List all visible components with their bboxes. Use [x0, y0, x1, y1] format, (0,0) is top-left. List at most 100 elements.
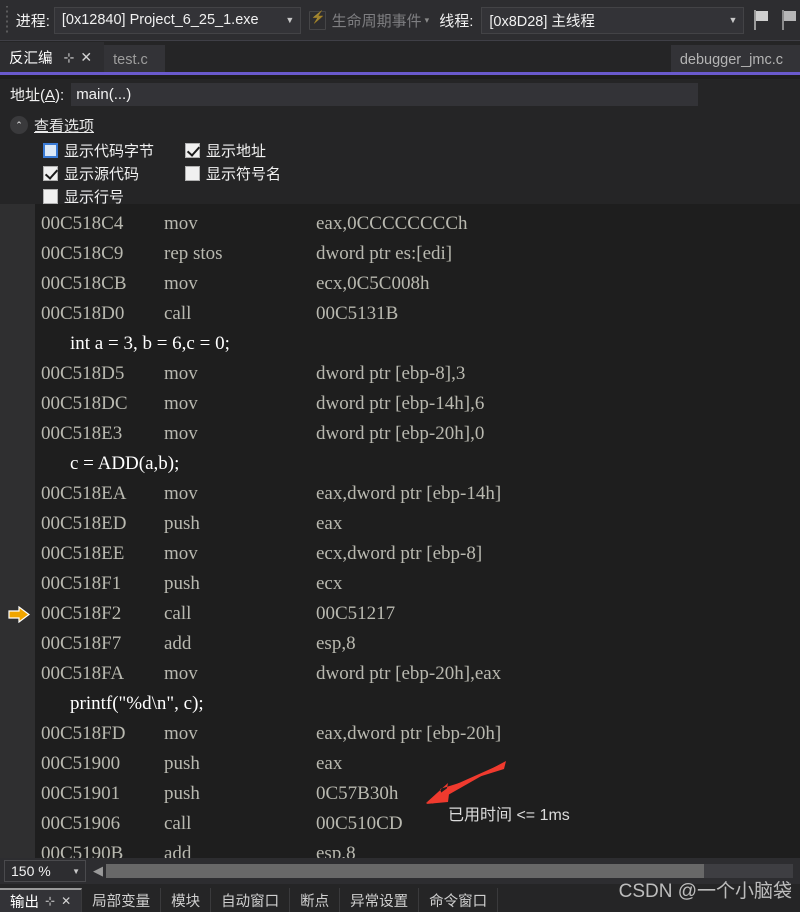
bottom-tab-7[interactable]: 命令窗口: [419, 888, 499, 912]
disassembly-line[interactable]: 00C51901 push 0C57B30h: [0, 779, 800, 809]
disassembly-line[interactable]: 00C518C4 mov eax,0CCCCCCCCh: [0, 209, 800, 239]
instruction-address: 00C51906: [41, 813, 121, 834]
bottom-tab-label: 输出: [10, 894, 39, 911]
current-instruction-line[interactable]: 00C518F2 call 00C51217: [0, 599, 800, 629]
instruction-operands: ecx,0C5C008h: [316, 273, 430, 294]
bottom-tab-3[interactable]: 模块: [161, 888, 212, 912]
thread-combo[interactable]: [0x8D28] 主线程 ▼: [481, 6, 744, 34]
debug-toolbar: 进程: [0x12840] Project_6_25_1.exe ▼ 生命周期事…: [0, 0, 800, 41]
bottom-tab-4[interactable]: 自动窗口: [211, 888, 291, 912]
address-label-accel: A: [45, 86, 56, 104]
instruction-mnemonic: mov: [164, 543, 198, 564]
instruction-operands: esp,8: [316, 633, 356, 654]
instruction-address: 00C518DC: [41, 393, 128, 414]
instruction-operands: esp,8: [316, 843, 356, 858]
instruction-address: 00C518ED: [41, 513, 127, 534]
instruction-mnemonic: mov: [164, 723, 198, 744]
scroll-left-arrow-icon[interactable]: ◀: [90, 860, 106, 882]
view-options-row: 显示代码字节 显示地址: [43, 139, 800, 162]
instruction-operands: 0C57B30h: [316, 783, 399, 804]
instruction-mnemonic: mov: [164, 483, 198, 504]
instruction-address: 00C518CB: [41, 273, 127, 294]
disassembly-line[interactable]: 00C51900 push eax: [0, 749, 800, 779]
chevron-up-icon[interactable]: ⌃: [10, 116, 28, 134]
instruction-mnemonic: call: [164, 303, 192, 324]
address-input[interactable]: [71, 82, 699, 106]
disassembly-line[interactable]: 00C518F1 push ecx: [0, 569, 800, 599]
checkbox-show-address-box[interactable]: [185, 143, 200, 158]
thread-combo-value: [0x8D28] 主线程: [489, 13, 595, 30]
close-icon[interactable]: ✕: [80, 50, 92, 64]
tab-disassembly[interactable]: 反汇编 ⊹ ✕: [0, 42, 105, 75]
disassembly-line[interactable]: 00C518D0 call 00C5131B: [0, 299, 800, 329]
instruction-address: 00C518EA: [41, 483, 127, 504]
checkbox-show-source-code-box[interactable]: [43, 166, 58, 181]
current-instruction-arrow-icon: [8, 606, 30, 623]
disassembly-line[interactable]: 00C518C9 rep stos dword ptr es:[edi]: [0, 239, 800, 269]
source-code-line: int a = 3, b = 6,c = 0;: [70, 333, 230, 354]
disassembly-line[interactable]: 00C5190B add esp,8: [0, 839, 800, 858]
bottom-tab-label: 模块: [171, 893, 201, 910]
instruction-address: 00C518C9: [41, 243, 124, 264]
pin-icon[interactable]: ⊹: [45, 894, 55, 908]
checkbox-show-symbol-names[interactable]: 显示符号名: [185, 163, 281, 184]
flag-icon[interactable]: [752, 9, 772, 31]
checkbox-show-line-numbers-box[interactable]: [43, 189, 58, 204]
instruction-operands: ecx: [316, 573, 343, 594]
checkbox-show-symbol-names-box[interactable]: [185, 166, 200, 181]
tab-test-c[interactable]: test.c: [104, 45, 165, 75]
disassembly-line[interactable]: 00C518D5 mov dword ptr [ebp-8],3: [0, 359, 800, 389]
bottom-tab-6[interactable]: 异常设置: [340, 888, 420, 912]
instruction-mnemonic: push: [164, 513, 200, 534]
instruction-address: 00C5190B: [41, 843, 124, 858]
checkbox-show-source-code[interactable]: 显示源代码: [43, 163, 185, 184]
bottom-tab-label: 异常设置: [350, 893, 409, 910]
disassembly-code-area[interactable]: 00C518C4 mov eax,0CCCCCCCCh 00C518C9 rep sto…: [0, 204, 800, 858]
instruction-mnemonic: mov: [164, 363, 198, 384]
active-tab-underline: [0, 72, 800, 75]
disassembly-line[interactable]: 00C518EE mov ecx,dword ptr [ebp-8]: [0, 539, 800, 569]
instruction-mnemonic: mov: [164, 393, 198, 414]
instruction-operands: dword ptr [ebp-20h],0: [316, 423, 485, 444]
tab-debugger-jmc-c-label: debugger_jmc.c: [679, 52, 783, 68]
view-options-panel: ⌃ 查看选项 显示代码字节 显示地址 显示源代码 显示符号名 显示行号: [0, 109, 800, 206]
checkbox-show-code-bytes[interactable]: 显示代码字节: [43, 140, 185, 161]
checkbox-show-code-bytes-box[interactable]: [43, 143, 58, 158]
disassembly-line[interactable]: 00C518ED push eax: [0, 509, 800, 539]
instruction-mnemonic: rep stos: [164, 243, 223, 264]
instruction-operands: eax: [316, 513, 343, 534]
process-combo-value: [0x12840] Project_6_25_1.exe: [61, 12, 259, 28]
tab-debugger-jmc-c[interactable]: debugger_jmc.c: [670, 45, 800, 75]
bottom-tab-1[interactable]: 输出 ⊹ ✕: [0, 888, 83, 912]
close-icon[interactable]: ✕: [61, 894, 71, 908]
view-options-header[interactable]: ⌃ 查看选项: [6, 114, 800, 136]
instruction-operands: dword ptr [ebp-14h],6: [316, 393, 485, 414]
disassembly-line[interactable]: 00C518F7 add esp,8: [0, 629, 800, 659]
checkbox-show-address[interactable]: 显示地址: [185, 140, 266, 161]
instruction-mnemonic: mov: [164, 663, 198, 684]
disassembly-line[interactable]: 00C518DC mov dword ptr [ebp-14h],6: [0, 389, 800, 419]
disassembly-line[interactable]: 00C51906 call 00C510CD: [0, 809, 800, 839]
bottom-tab-label: 断点: [300, 893, 330, 910]
lifecycle-chevron-down-icon[interactable]: ▾: [425, 15, 430, 26]
toolbar-grip[interactable]: [3, 6, 12, 34]
horizontal-scrollbar-thumb[interactable]: [106, 864, 704, 878]
view-options-title: 查看选项: [34, 117, 95, 135]
zoom-level-combo[interactable]: 150 % ▼: [4, 860, 86, 882]
disassembly-line[interactable]: 00C518FA mov dword ptr [ebp-20h],eax: [0, 659, 800, 689]
flag-icon-secondary[interactable]: [780, 9, 800, 31]
instruction-operands: eax,dword ptr [ebp-14h]: [316, 483, 502, 504]
bottom-tab-5[interactable]: 断点: [290, 888, 341, 912]
pin-icon[interactable]: ⊹: [64, 51, 75, 64]
instruction-address: 00C51900: [41, 753, 121, 774]
disassembly-line[interactable]: 00C518EA mov eax,dword ptr [ebp-14h]: [0, 479, 800, 509]
disassembly-line[interactable]: 00C518CB mov ecx,0C5C008h: [0, 269, 800, 299]
bottom-tab-2[interactable]: 局部变量: [82, 888, 162, 912]
lifecycle-events-label: 生命周期事件: [331, 12, 422, 30]
instruction-address: 00C518E3: [41, 423, 123, 444]
disassembly-line[interactable]: 00C518E3 mov dword ptr [ebp-20h],0: [0, 419, 800, 449]
disassembly-line[interactable]: 00C518FD mov eax,dword ptr [ebp-20h]: [0, 719, 800, 749]
document-tab-row: 反汇编 ⊹ ✕ test.c debugger_jmc.c: [0, 41, 800, 75]
address-bar: 地址(A):: [0, 79, 800, 109]
process-combo[interactable]: [0x12840] Project_6_25_1.exe ▼: [53, 6, 301, 34]
